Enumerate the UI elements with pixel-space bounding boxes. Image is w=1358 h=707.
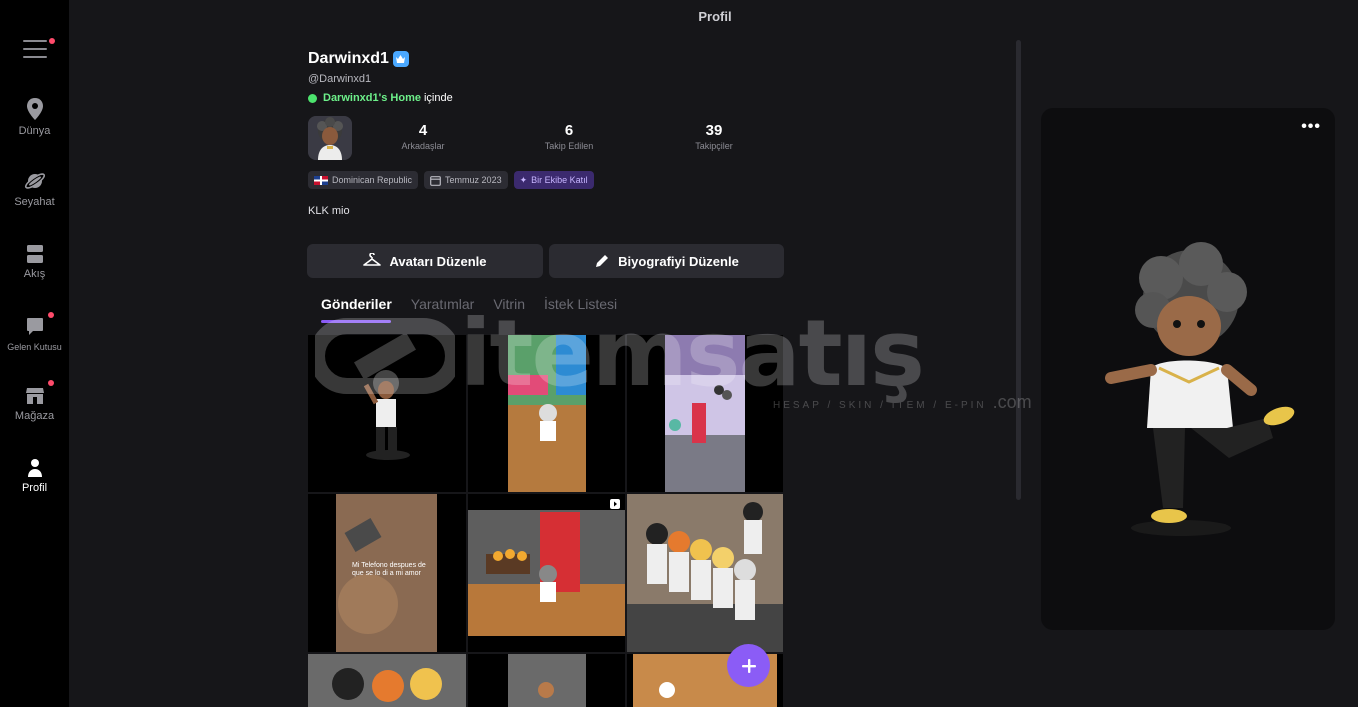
avatar[interactable] [308,116,352,160]
shop-icon [25,388,44,404]
stat-label: Arkadaşlar [401,141,445,151]
join-team-label: Bir Ekibe Katıl [531,175,588,185]
handle: @Darwinxd1 [308,73,372,85]
post-thumbnail[interactable] [627,335,783,492]
feed-icon [26,245,43,263]
country-label: Dominican Republic [332,175,413,185]
profile-chips: Dominican Republic Temmuz 2023 ✦ Bir Eki… [308,171,594,189]
avatar-preview-panel: ••• [1041,108,1335,630]
post-thumbnail[interactable] [308,335,466,492]
presence-place-link[interactable]: Darwinxd1's Home [323,92,421,104]
sidebar-item-label: Seyahat [14,196,55,208]
sidebar: Dünya Seyahat Akış Gelen Kutusu Mağaza P… [0,0,69,707]
edit-avatar-button[interactable]: Avatarı Düzenle [307,244,543,278]
post-thumbnail[interactable] [468,335,625,492]
presence-status: Darwinxd1's Home içinde [308,92,453,104]
post-thumbnail[interactable] [468,654,625,707]
post-caption: Mi Telefono despues de que se lo di a mi… [352,562,426,578]
sidebar-item-akis[interactable]: Akış [0,244,69,280]
display-name: Darwinxd1 [308,50,389,67]
presence-suffix: içinde [423,92,453,104]
post-thumbnail[interactable] [308,654,466,707]
active-tab-indicator [321,320,391,323]
profile-name: Darwinxd1 [308,50,409,68]
sidebar-item-gelen-kutusu[interactable]: Gelen Kutusu [0,317,69,353]
online-dot [308,93,317,103]
map-pin-icon [26,98,43,120]
edit-bio-button[interactable]: Biyografiyi Düzenle [549,244,784,278]
planet-icon [24,173,45,189]
sidebar-item-label: Profil [21,482,48,494]
profile-tabs: Gönderiler Yaratımlar Vitrin İstek Liste… [321,296,617,312]
sparkle-icon: ✦ [519,174,528,185]
tab-gonderiler[interactable]: Gönderiler [321,296,392,312]
post-thumbnail[interactable] [468,494,625,652]
sidebar-item-label: Mağaza [14,410,55,422]
sidebar-item-magaza[interactable]: Mağaza [0,386,69,422]
calendar-icon [430,175,441,186]
video-icon [610,499,620,509]
stat-value: 39 [705,122,723,139]
tab-vitrin[interactable]: Vitrin [493,296,525,312]
bio-text: KLK mio [308,205,350,217]
verified-icon [392,51,409,67]
joined-label: Temmuz 2023 [445,175,502,185]
tab-istek-listesi[interactable]: İstek Listesi [544,296,617,312]
plus-icon [741,658,756,673]
page-title: Profil [698,9,732,24]
avatar-3d-preview [1105,242,1295,536]
sidebar-item-dunya[interactable]: Dünya [0,97,69,137]
stat-following[interactable]: 6 Takip Edilen [524,122,614,151]
sidebar-item-label: Akış [23,268,46,280]
join-team-chip[interactable]: ✦ Bir Ekibe Katıl [513,171,594,189]
sidebar-item-profil[interactable]: Profil [0,458,69,494]
more-options-icon[interactable]: ••• [1301,118,1321,136]
dominican-flag-icon [314,175,328,185]
edit-bio-label: Biyografiyi Düzenle [618,253,739,269]
country-chip: Dominican Republic [308,171,419,189]
stat-friends[interactable]: 4 Arkadaşlar [378,122,468,151]
hanger-icon [363,253,382,266]
stat-label: Takipçiler [695,141,733,151]
sidebar-item-label: Dünya [18,125,51,137]
stat-value: 4 [418,122,428,139]
stat-value: 6 [564,122,574,139]
post-video-thumbnail[interactable]: Mi Telefono despues de que se lo di a mi… [308,494,466,652]
post-thumbnail[interactable] [627,494,783,652]
shop-badge [48,380,54,386]
watermark-tagline: HESAP / SKIN / ITEM / E-PIN .com [773,392,1032,412]
menu-badge [49,38,55,44]
joined-chip: Temmuz 2023 [424,171,508,189]
stat-label: Takip Edilen [544,141,594,151]
create-post-button[interactable] [727,644,770,687]
inbox-badge [48,312,54,318]
pencil-icon [596,255,609,267]
scrollbar[interactable] [1016,40,1021,500]
posts-grid: Mi Telefono despues de que se lo di a mi… [308,335,783,707]
sidebar-item-label: Gelen Kutusu [7,342,62,352]
chat-icon [26,318,43,335]
person-icon [27,459,42,477]
edit-avatar-label: Avatarı Düzenle [389,253,487,269]
tab-yaratimlar[interactable]: Yaratımlar [411,296,475,312]
stat-followers[interactable]: 39 Takipçiler [669,122,759,151]
menu-icon[interactable] [23,40,47,62]
sidebar-item-seyahat[interactable]: Seyahat [0,170,69,208]
